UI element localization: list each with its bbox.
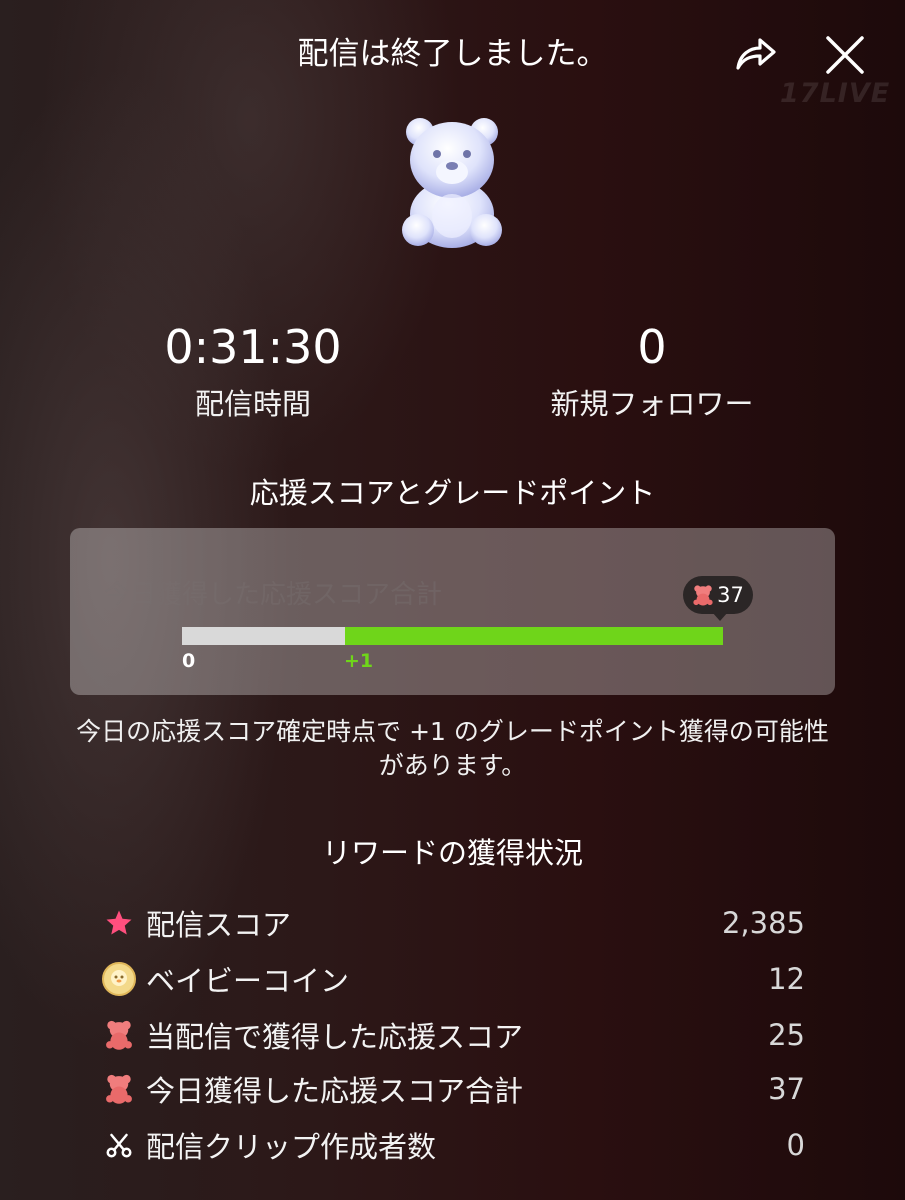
rewards-section-title: リワードの獲得状況 xyxy=(321,836,583,870)
scissors-icon xyxy=(100,1126,138,1164)
grade-point-note: 今日の応援スコア確定時点で +1 のグレードポイント獲得の可能性があります。 xyxy=(76,717,829,780)
share-icon xyxy=(736,38,776,70)
new-followers-value: 0 xyxy=(637,320,667,374)
reward-label: 配信スコア xyxy=(146,908,292,942)
gummy-bear-icon xyxy=(693,585,713,606)
gummy-bear-icon xyxy=(100,1016,138,1054)
watermark-logo: 17LIVE xyxy=(780,78,891,109)
reward-label: 配信クリップ作成者数 xyxy=(146,1130,437,1164)
progress-fill xyxy=(345,627,723,645)
score-tooltip: 37 xyxy=(683,576,753,614)
reward-value: 37 xyxy=(768,1072,805,1106)
reward-row: 当配信で獲得した応援スコア 25 xyxy=(100,1015,805,1055)
progress-step-label: +1 xyxy=(344,650,374,672)
stream-duration-label: 配信時間 xyxy=(194,387,311,421)
reward-row: 配信クリップ作成者数 0 xyxy=(100,1125,805,1165)
reward-row: 今日獲得した応援スコア合計 37 xyxy=(100,1069,805,1109)
baby-coin-icon xyxy=(100,960,138,998)
reward-value: 0 xyxy=(786,1128,805,1162)
reward-label: 当配信で獲得した応援スコア xyxy=(146,1020,524,1054)
share-button[interactable] xyxy=(730,30,780,80)
reward-value: 25 xyxy=(768,1018,805,1052)
support-section-title: 応援スコアとグレードポイント xyxy=(249,476,656,510)
close-icon xyxy=(826,36,864,74)
reward-value: 2,385 xyxy=(721,906,805,940)
reward-label: 今日獲得した応援スコア合計 xyxy=(146,1074,524,1108)
reward-value: 12 xyxy=(768,962,805,996)
gummy-bear-icon xyxy=(100,1070,138,1108)
reward-row: ベイビーコイン 12 xyxy=(100,959,805,999)
new-followers-label: 新規フォロワー xyxy=(550,387,754,421)
reward-row: 配信スコア 2,385 xyxy=(100,903,805,943)
close-button[interactable] xyxy=(818,28,872,82)
reward-label: ベイビーコイン xyxy=(146,964,350,998)
panel-label: 今日獲得した応援スコア合計 xyxy=(104,580,443,610)
star-icon xyxy=(100,904,138,942)
stream-duration-value: 0:31:30 xyxy=(164,320,342,374)
tooltip-value: 37 xyxy=(717,583,744,607)
progress-start-label: 0 xyxy=(182,650,196,672)
bear-mascot-icon xyxy=(392,112,512,252)
tooltip-arrow xyxy=(712,612,728,621)
